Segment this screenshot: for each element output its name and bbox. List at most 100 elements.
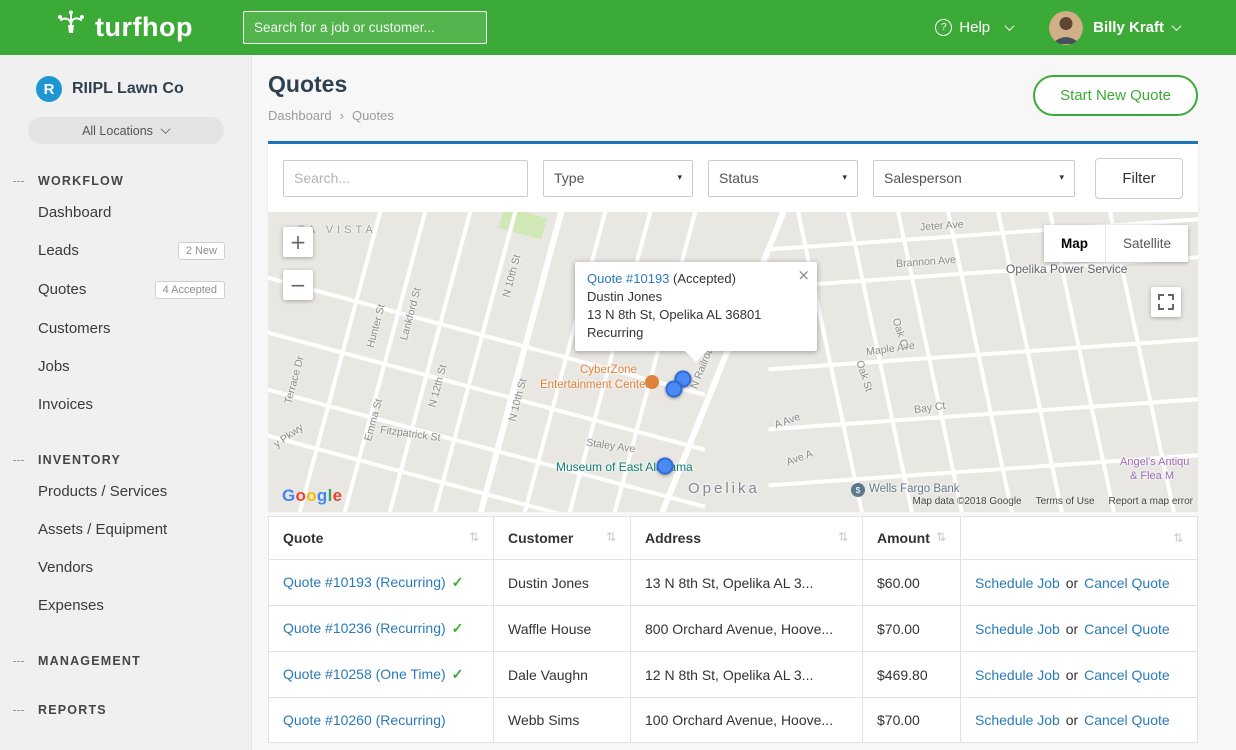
column-header-address[interactable]: Address⇅ <box>631 517 863 560</box>
leads-badge: 2 New <box>178 242 225 260</box>
customer-cell: Dale Vaughn <box>494 652 631 698</box>
sidebar-item-invoices[interactable]: Invoices <box>0 385 251 423</box>
item-label: Assets / Equipment <box>38 521 167 538</box>
close-icon[interactable]: × <box>797 265 810 286</box>
avatar[interactable] <box>1049 11 1083 45</box>
cancel-quote-link[interactable]: Cancel Quote <box>1084 621 1170 637</box>
column-header-customer[interactable]: Customer⇅ <box>494 517 631 560</box>
company-header: R RIIPL Lawn Co <box>0 55 251 102</box>
help-icon: ? <box>935 19 952 36</box>
sidebar-item-customers[interactable]: Customers <box>0 309 251 347</box>
navbar-right: ? Help Billy Kraft <box>935 11 1180 45</box>
wells-fargo-poi-icon[interactable]: $ <box>851 483 865 497</box>
poi-label-wells-fargo: Wells Fargo Bank <box>869 483 960 495</box>
sidebar-item-assets-equipment[interactable]: Assets / Equipment <box>0 510 251 548</box>
google-logo[interactable]: Google <box>282 486 342 506</box>
cyberzone-poi-icon[interactable] <box>645 375 659 389</box>
quote-link[interactable]: Quote #10258 (One Time) <box>283 666 446 682</box>
infowindow-title: Quote #10193 (Accepted) <box>587 270 803 288</box>
table-row: Quote #10258 (One Time) ✓ Dale Vaughn 12 … <box>269 652 1198 698</box>
column-header-amount[interactable]: Amount⇅ <box>863 517 961 560</box>
user-menu[interactable]: Billy Kraft <box>1093 19 1164 36</box>
schedule-job-link[interactable]: Schedule Job <box>975 621 1060 637</box>
sidebar-item-quotes[interactable]: Quotes 4 Accepted <box>0 270 251 309</box>
quotes-map[interactable]: TA VISTA N 10th St N 10th St Hunter St L… <box>268 212 1198 512</box>
column-header-actions[interactable]: ⇅ <box>961 517 1198 560</box>
quotes-search-input[interactable] <box>283 160 528 197</box>
sidebar-section-management[interactable]: MANAGEMENT <box>0 646 251 673</box>
type-select[interactable]: Type ▾ <box>543 160 693 197</box>
item-label: Leads <box>38 242 79 259</box>
poi-label-antiques: & Flea M <box>1130 470 1174 482</box>
start-new-quote-button[interactable]: Start New Quote <box>1033 75 1198 116</box>
map-marker-quote[interactable] <box>657 458 674 475</box>
sidebar-item-leads[interactable]: Leads 2 New <box>0 231 251 270</box>
location-selector[interactable]: All Locations <box>28 117 224 144</box>
item-label: Customers <box>38 320 111 337</box>
quotes-badge: 4 Accepted <box>155 281 225 299</box>
address-cell: 12 N 8th St, Opelika AL 3... <box>631 652 863 698</box>
table-row: Quote #10260 (Recurring) Webb Sims 100 O… <box>269 698 1198 743</box>
quote-link[interactable]: Quote #10260 (Recurring) <box>283 712 446 728</box>
select-arrow-icon: ▾ <box>842 173 847 183</box>
table-row: Quote #10193 (Recurring)✓ Dustin Jones 1… <box>269 560 1198 606</box>
zoom-out-button[interactable]: − <box>283 270 313 300</box>
status-select[interactable]: Status ▾ <box>708 160 858 197</box>
sort-icon[interactable]: ⇅ <box>469 530 479 544</box>
terms-of-use-link[interactable]: Terms of Use <box>1036 496 1095 507</box>
sort-icon[interactable]: ⇅ <box>838 530 848 544</box>
item-label: Quotes <box>38 281 86 298</box>
sidebar-section-reports[interactable]: REPORTS <box>0 695 251 722</box>
schedule-job-link[interactable]: Schedule Job <box>975 712 1060 728</box>
amount-cell: $70.00 <box>863 698 961 743</box>
customer-cell: Waffle House <box>494 606 631 652</box>
quote-link[interactable]: Quote #10236 (Recurring) <box>283 620 446 636</box>
sort-icon[interactable]: ⇅ <box>936 530 946 544</box>
salesperson-select[interactable]: Salesperson ▾ <box>873 160 1075 197</box>
quote-link[interactable]: Quote #10193 <box>587 271 669 286</box>
sort-icon[interactable]: ⇅ <box>606 530 616 544</box>
global-search-input[interactable] <box>243 11 487 44</box>
chevron-down-icon <box>160 124 170 134</box>
turfhop-logo[interactable]: turfhop <box>56 10 193 45</box>
help-menu[interactable]: ? Help <box>935 19 1013 36</box>
sidebar-item-jobs[interactable]: Jobs <box>0 347 251 385</box>
breadcrumb-dashboard[interactable]: Dashboard <box>268 108 332 123</box>
street-label: Ave A <box>785 448 815 469</box>
location-label: All Locations <box>82 124 153 138</box>
map-type-satellite-button[interactable]: Satellite <box>1105 225 1188 262</box>
check-icon: ✓ <box>452 666 464 682</box>
cancel-quote-link[interactable]: Cancel Quote <box>1084 667 1170 683</box>
zoom-in-button[interactable]: + <box>283 227 313 257</box>
help-label: Help <box>959 19 990 36</box>
breadcrumb-separator: › <box>340 108 344 123</box>
schedule-job-link[interactable]: Schedule Job <box>975 667 1060 683</box>
sidebar-item-dashboard[interactable]: Dashboard <box>0 193 251 231</box>
column-header-quote[interactable]: Quote⇅ <box>269 517 494 560</box>
sidebar-item-products-services[interactable]: Products / Services <box>0 472 251 510</box>
report-map-error-link[interactable]: Report a map error <box>1109 496 1193 507</box>
schedule-job-link[interactable]: Schedule Job <box>975 575 1060 591</box>
fullscreen-button[interactable] <box>1151 287 1181 317</box>
map-type-map-button[interactable]: Map <box>1044 225 1105 262</box>
sidebar-item-expenses[interactable]: Expenses <box>0 586 251 624</box>
item-label: Vendors <box>38 559 93 576</box>
map-type-control: Map Satellite <box>1044 225 1188 262</box>
infowindow-customer: Dustin Jones <box>587 288 803 306</box>
main-content: Quotes Dashboard › Quotes Start New Quot… <box>252 55 1236 750</box>
sidebar-item-vendors[interactable]: Vendors <box>0 548 251 586</box>
cancel-quote-link[interactable]: Cancel Quote <box>1084 712 1170 728</box>
breadcrumb-quotes[interactable]: Quotes <box>352 108 394 123</box>
quote-link[interactable]: Quote #10193 (Recurring) <box>283 574 446 590</box>
map-data-credit: Map data ©2018 Google <box>912 496 1021 507</box>
sort-icon[interactable]: ⇅ <box>1173 531 1183 545</box>
cancel-quote-link[interactable]: Cancel Quote <box>1084 575 1170 591</box>
street-label: Hunter St <box>365 303 388 349</box>
filter-button[interactable]: Filter <box>1095 158 1183 199</box>
company-logo: R <box>36 76 62 102</box>
amount-cell: $469.80 <box>863 652 961 698</box>
chevron-down-icon[interactable] <box>1172 21 1182 31</box>
map-marker-quote[interactable] <box>666 381 683 398</box>
infowindow-frequency: Recurring <box>587 324 803 342</box>
select-arrow-icon: ▾ <box>1059 173 1064 183</box>
